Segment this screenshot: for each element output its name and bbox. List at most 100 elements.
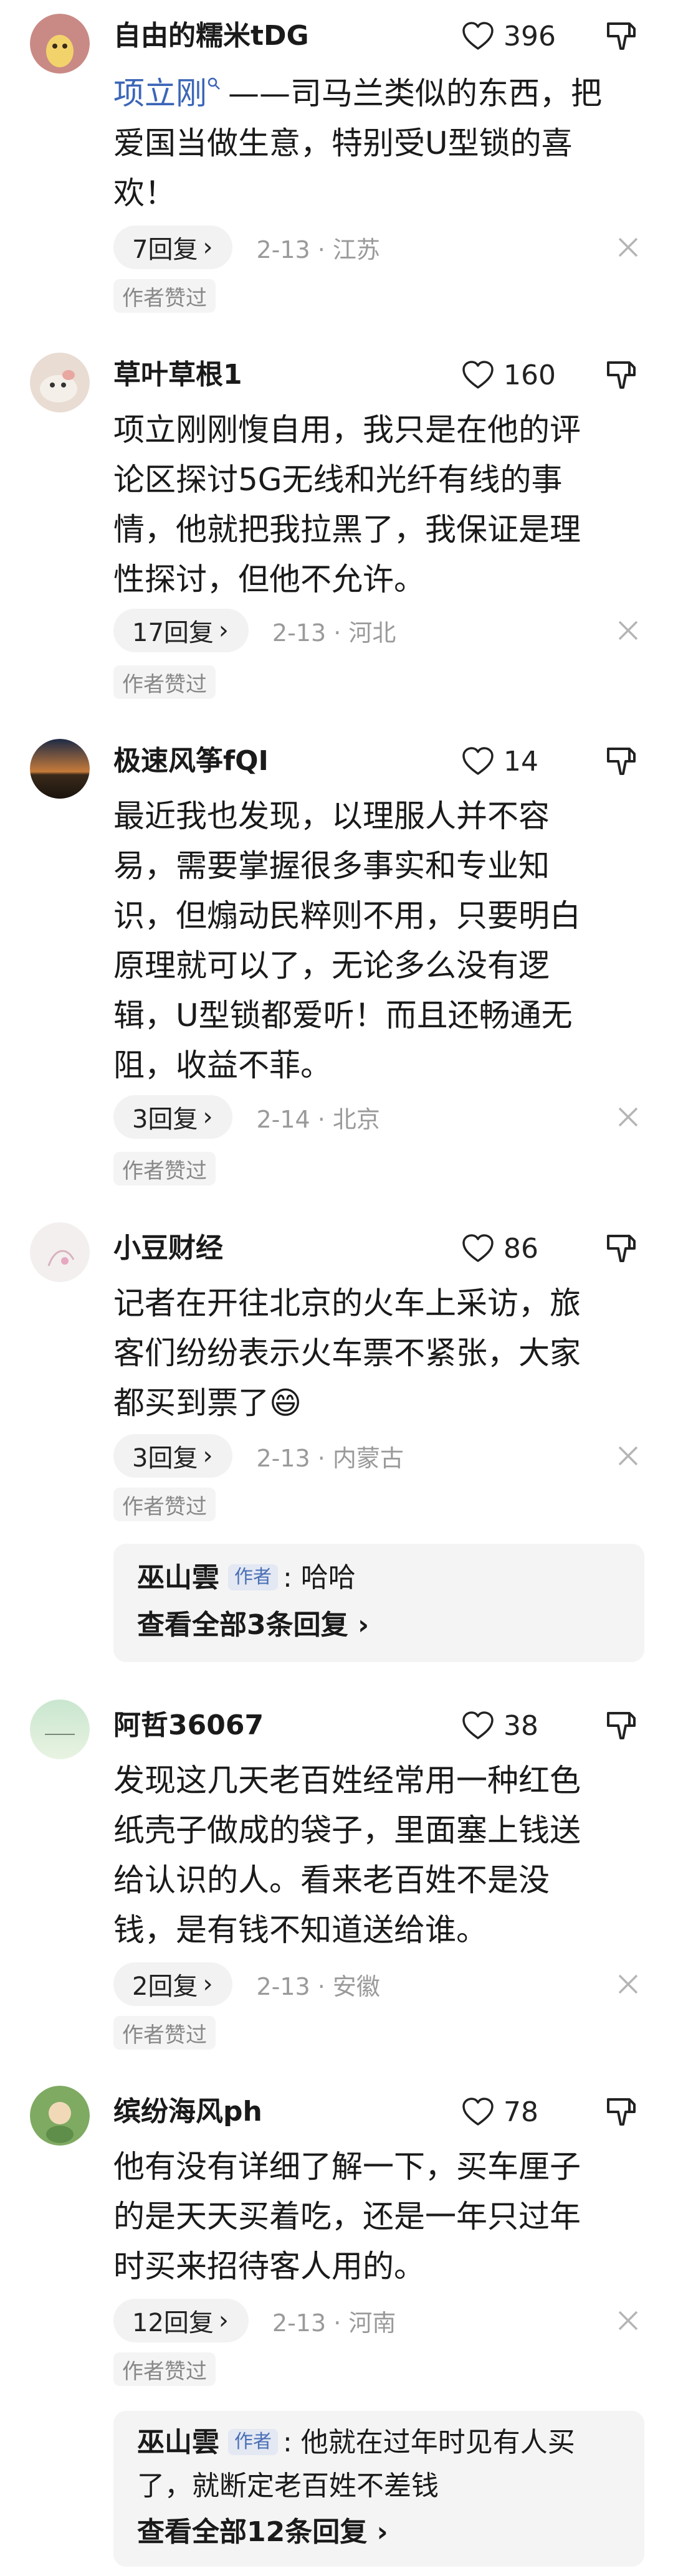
close-icon[interactable] [617,619,639,642]
comment-meta: 2回复 › 2-13 · 安徽 [113,1962,380,2006]
close-icon[interactable] [617,236,639,259]
close-icon[interactable] [617,2309,639,2332]
comment-line: 时买来招待客人用的。 [113,2248,425,2284]
reply-author[interactable]: 巫山雲 [137,2426,219,2458]
thumbs-down-icon[interactable] [604,2094,639,2129]
reply-text: : 他就在过年时见有人买 [283,2426,575,2458]
chevron-right-icon: › [203,1970,213,1999]
user-name[interactable]: 阿哲36067 [113,1707,264,1744]
replies-button[interactable]: 7回复 › [113,226,233,269]
comment-meta: 12回复 › 2-13 · 河南 [113,2299,396,2342]
avatar[interactable] [30,14,90,74]
like-count: 86 [504,1232,538,1265]
like-count: 396 [504,20,556,52]
comment-line: 纸壳子做成的袋子，里面塞上钱送 [113,1812,581,1848]
user-name[interactable]: 极速风筝fQI [113,743,269,780]
close-icon[interactable] [617,1106,639,1128]
comment-line: 发现这几天老百姓经常用一种红色 [113,1762,581,1799]
comment-line: 记者在开往北京的火车上采访，旅 [113,1285,581,1321]
like-count: 38 [504,1709,538,1742]
avatar[interactable] [30,2086,90,2146]
comment-meta: 7回复 › 2-13 · 江苏 [113,226,380,269]
heart-outline-icon [462,1711,494,1739]
chevron-right-icon: › [348,1609,370,1641]
thumbs-down-icon[interactable] [604,358,639,392]
reply-author[interactable]: 巫山雲 [137,1562,219,1594]
like-count: 14 [504,745,538,777]
user-name[interactable]: 小豆财经 [113,1230,223,1267]
close-icon[interactable] [617,1973,639,1995]
comment-line: 原理就可以了，无论多么没有逻 [113,948,550,984]
time-location: 2-13 · 河北 [272,619,396,647]
thumbs-down-icon[interactable] [604,1231,639,1266]
like-button[interactable]: 396 [461,17,567,55]
replies-button[interactable]: 2回复 › [113,1962,233,2006]
close-icon[interactable] [617,1445,639,1467]
thumbs-down-icon[interactable] [604,1708,639,1743]
chevron-right-icon: › [218,2306,229,2335]
user-name[interactable]: 草叶草根1 [113,356,242,394]
like-button[interactable]: 86 [461,1230,567,1267]
heart-outline-icon [462,22,494,50]
comment-text: 发现这几天老百姓经常用一种红色 纸壳子做成的袋子，里面塞上钱送 给认识的人。看来… [113,1756,637,1955]
chevron-right-icon: › [203,1103,213,1131]
mention-link[interactable]: 项立刚 [113,75,207,112]
comment-text: 记者在开往北京的火车上采访，旅 客们纷纷表示火车票不紧张，大家 都买到票了😄 [113,1278,637,1428]
time-location: 2-13 · 安徽 [256,1972,380,2000]
comment-text: 他有没有详细了解一下，买车厘子 的是天天买着吃，还是一年只过年 时买来招待客人用… [113,2142,637,2291]
comment-line: 项立刚刚愎自用，我只是在他的评 [113,412,581,448]
comment-line: 情，他就把我拉黑了，我保证是理 [113,511,581,548]
comment-text: 项立刚 ——司马兰类似的东西，把 爱国当做生意，特别受U型锁的喜 欢！ [113,69,637,218]
heart-outline-icon [462,361,494,389]
comment-line: 识，但煽动民粹则不用，只要明白 [113,898,581,934]
comment-line: 辑，U型锁都爱听！而且还畅通无 [113,997,573,1034]
replies-button[interactable]: 3回复 › [113,1434,233,1478]
comment-line: 给认识的人。看来老百姓不是没 [113,1862,550,1898]
view-all-replies-link[interactable]: 查看全部3条回复 › [137,1604,369,1647]
like-button[interactable]: 14 [461,743,567,780]
replies-button[interactable]: 3回复 › [113,1095,233,1139]
comment-text: 最近我也发现，以理服人并不容 易，需要掌握很多事实和专业知 识，但煽动民粹则不用… [113,791,637,1090]
like-button[interactable]: 38 [461,1707,567,1744]
comment-line: 最近我也发现，以理服人并不容 [113,798,550,834]
comment-meta: 17回复 › 2-13 · 河北 [113,609,396,652]
avatar[interactable] [30,353,90,412]
time-location: 2-13 · 内蒙古 [256,1444,404,1472]
comment-text: 项立刚刚愎自用，我只是在他的评 论区探讨5G无线和光纤有线的事 情，他就把我拉黑… [113,405,637,604]
user-name[interactable]: 缤纷海风ph [113,2093,262,2131]
comment-line: 钱，是有钱不知道送给谁。 [113,1912,487,1948]
thumbs-down-icon[interactable] [604,744,639,779]
comment-line: 客们纷纷表示火车票不紧张，大家 [113,1335,581,1371]
comment-line: 爱国当做生意，特别受U型锁的喜 [113,125,573,161]
thumbs-down-icon[interactable] [604,19,639,54]
heart-outline-icon [462,1234,494,1262]
reply-preview[interactable]: 巫山雲 作者: 他就在过年时见有人买 了，就断定老百姓不差钱 查看全部12条回复 … [113,2411,644,2567]
comment-line: 的是天天买着吃，还是一年只过年 [113,2198,581,2235]
author-liked-badge: 作者赞过 [113,2016,216,2050]
user-name[interactable]: 自由的糯米tDG [113,17,309,55]
time-location: 2-14 · 北京 [256,1105,380,1133]
view-all-replies-link[interactable]: 查看全部12条回复 › [137,2511,388,2554]
like-button[interactable]: 160 [461,356,567,394]
replies-button[interactable]: 12回复 › [113,2299,249,2342]
chevron-right-icon: › [218,616,229,645]
avatar[interactable] [30,1699,90,1759]
comment-line: 论区探讨5G无线和光纤有线的事 [113,462,563,498]
like-count: 160 [504,359,556,391]
comment-line: ——司马兰类似的东西，把 [228,75,602,112]
comment-line: 易，需要掌握很多事实和专业知 [113,848,550,884]
author-tag: 作者 [228,2429,278,2455]
replies-button[interactable]: 17回复 › [113,609,249,652]
reply-text: 了，就断定老百姓不差钱 [137,2470,439,2502]
comment-meta: 3回复 › 2-13 · 内蒙古 [113,1434,404,1478]
chevron-right-icon: › [203,233,213,262]
heart-outline-icon [462,747,494,775]
reply-preview[interactable]: 巫山雲 作者: 哈哈 查看全部3条回复 › [113,1544,644,1662]
avatar[interactable] [30,739,90,799]
like-button[interactable]: 78 [461,2093,567,2131]
like-count: 78 [504,2096,538,2128]
avatar[interactable] [30,1222,90,1282]
author-liked-badge: 作者赞过 [113,665,216,699]
author-liked-badge: 作者赞过 [113,2352,216,2386]
search-mini-icon [208,77,220,90]
